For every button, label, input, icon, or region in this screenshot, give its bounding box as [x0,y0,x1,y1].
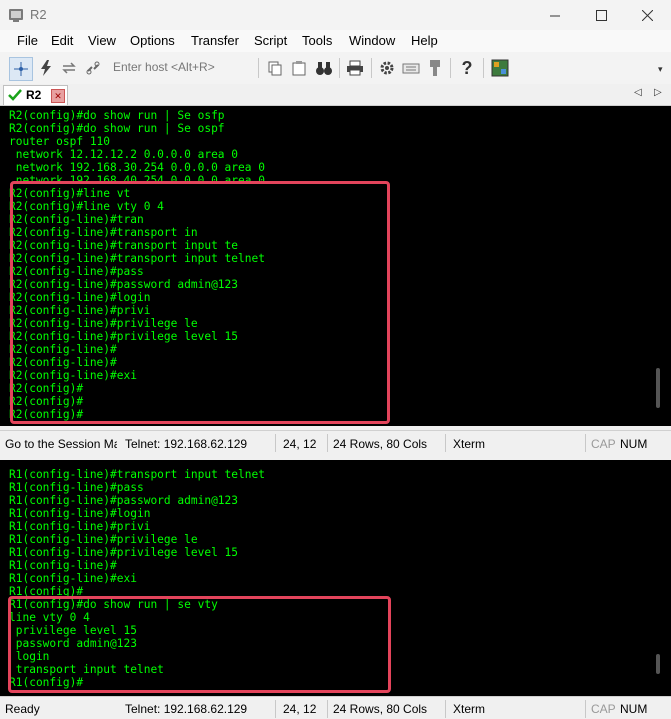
status-bar-bottom: Ready Telnet: 192.168.62.129 24, 12 24 R… [0,696,671,719]
terminal-top-scrollbar[interactable] [656,368,660,408]
toolbar-separator [258,58,259,78]
reconnect-icon[interactable] [59,58,79,78]
tab-close-icon[interactable]: ✕ [51,89,65,103]
session-tab-bar: R2 ✕ ◁ ▷ [0,84,671,106]
window-title: R2 [30,7,47,22]
enter-host-input[interactable]: Enter host <Alt+R> [113,60,215,74]
status-separator [327,700,328,718]
toolbar-separator [339,58,340,78]
status-separator [275,700,276,718]
tab-r2[interactable]: R2 ✕ [3,85,68,105]
disconnect-icon[interactable] [83,58,103,78]
terminal-top[interactable]: R2(config)#do show run | Se osfp R2(conf… [0,106,671,426]
minimize-icon[interactable] [532,0,578,30]
tab-scroll-right-icon[interactable]: ▷ [654,87,662,98]
key-agent-icon[interactable] [425,58,445,78]
status-separator [585,434,586,452]
find-binoculars-icon[interactable] [314,58,334,78]
status-ready: Ready [5,702,40,716]
quick-connect-icon[interactable] [36,58,56,78]
status-separator [275,434,276,452]
keymap-icon[interactable] [401,58,421,78]
status-cursor: 24, 12 [283,437,317,451]
toolbar-separator [450,58,451,78]
status-separator [585,700,586,718]
tab-scroll-left-icon[interactable]: ◁ [634,87,642,98]
status-separator [445,700,446,718]
menu-help[interactable]: Help [411,33,438,48]
status-telnet: Telnet: 192.168.62.129 [125,437,248,451]
toolbar-separator [371,58,372,78]
help-icon[interactable]: ? [457,58,477,78]
status-cap: CAP [591,437,616,451]
highlight-box-show-run-vty-r1 [8,596,391,693]
sftp-icon[interactable] [490,58,510,78]
paste-icon[interactable] [289,58,309,78]
status-cap: CAP [591,702,616,716]
menu-window[interactable]: Window [349,33,395,48]
status-term-type: Xterm [453,702,486,716]
terminal-bottom[interactable]: R1(config-line)#transport input telnet R… [0,460,671,696]
status-separator [327,434,328,452]
menu-file[interactable]: File [17,33,38,48]
menu-transfer[interactable]: Transfer [191,33,239,48]
status-bar-top: Go to the Session Manager Telnet: 192.16… [0,430,671,456]
close-icon[interactable] [624,0,670,30]
securecrt-app-icon [9,9,23,22]
highlight-box-line-vty-r2 [10,181,390,424]
toolbar-separator [483,58,484,78]
menu-options[interactable]: Options [130,33,175,48]
status-session: Go to the Session Manager [5,437,117,451]
settings-gear-icon[interactable] [377,58,397,78]
menu-bar: File Edit View Options Transfer Script T… [0,30,671,52]
status-telnet: Telnet: 192.168.62.129 [125,702,248,716]
toolbar-overflow-icon[interactable]: ▾ [658,64,663,75]
toolbar: Enter host <Alt+R> ? ▾ [0,52,671,85]
status-separator [445,434,446,452]
status-term-type: Xterm [453,437,486,451]
connected-check-icon [8,89,22,101]
status-rows-cols: 24 Rows, 80 Cols [333,702,428,716]
tab-label: R2 [26,88,42,102]
connect-icon[interactable] [9,57,33,81]
title-bar: R2 [0,0,671,30]
menu-script[interactable]: Script [254,33,287,48]
status-cursor: 24, 12 [283,702,317,716]
status-num: NUM [620,702,648,716]
status-num: NUM [620,437,648,451]
menu-view[interactable]: View [88,33,116,48]
menu-tools[interactable]: Tools [302,33,332,48]
status-rows-cols: 24 Rows, 80 Cols [333,437,428,451]
copy-icon[interactable] [265,58,285,78]
menu-edit[interactable]: Edit [51,33,73,48]
maximize-icon[interactable] [578,0,624,30]
terminal-bottom-scrollbar[interactable] [656,654,660,674]
print-icon[interactable] [345,58,365,78]
